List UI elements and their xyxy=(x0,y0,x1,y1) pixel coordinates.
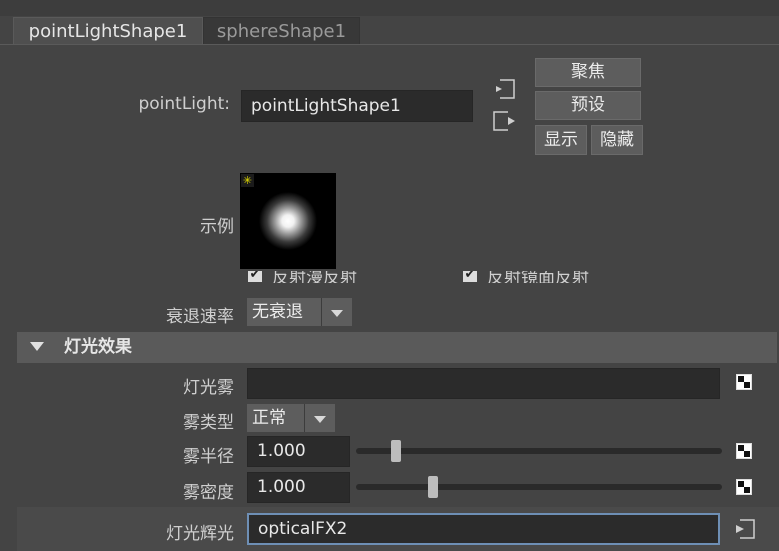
section-title: 灯光效果 xyxy=(64,337,132,357)
chevron-down-icon xyxy=(304,404,335,432)
output-connection-icon[interactable] xyxy=(733,518,757,540)
output-connection-icon[interactable] xyxy=(492,110,518,132)
fog-radius-slider-track[interactable] xyxy=(356,448,722,454)
fog-radius-field[interactable]: 1.000 xyxy=(247,436,350,467)
map-button-icon[interactable] xyxy=(736,374,752,390)
light-glow-label: 灯光辉光 xyxy=(166,524,234,544)
specular-checkbox[interactable]: ✔ xyxy=(463,271,477,282)
fog-density-slider-handle[interactable] xyxy=(427,476,438,498)
node-type-label: pointLight: xyxy=(138,94,230,114)
top-strip xyxy=(0,0,779,16)
hide-button[interactable]: 隐藏 xyxy=(591,125,643,155)
collapse-triangle-icon[interactable] xyxy=(30,342,44,351)
map-button-icon[interactable] xyxy=(736,479,752,495)
fog-type-dropdown[interactable]: 正常 xyxy=(247,404,335,432)
tab-sphereshape1[interactable]: sphereShape1 xyxy=(203,17,360,46)
fog-density-slider-track[interactable] xyxy=(356,484,722,490)
decay-rate-value: 无衰退 xyxy=(252,302,303,322)
node-name-field[interactable]: pointLightShape1 xyxy=(241,90,473,122)
light-fog-label: 灯光雾 xyxy=(183,378,234,398)
fog-radius-slider-handle[interactable] xyxy=(391,440,402,462)
light-sparkle-icon: ✳ xyxy=(241,174,254,187)
decay-rate-label: 衰退速率 xyxy=(166,307,234,327)
light-sample-swatch xyxy=(240,173,336,269)
fog-density-label: 雾密度 xyxy=(183,483,234,503)
diffuse-checkbox[interactable]: ✔ xyxy=(248,271,262,282)
specular-label: 反射镜面反射 xyxy=(487,271,589,283)
fog-density-field[interactable]: 1.000 xyxy=(247,472,350,503)
map-button-icon[interactable] xyxy=(736,443,752,459)
light-fog-field[interactable] xyxy=(247,368,720,399)
reflect-row: ✔ 反射漫反射 ✔ 反射镜面反射 xyxy=(0,271,779,283)
input-connection-icon[interactable] xyxy=(492,78,518,100)
tab-pointlightshape1[interactable]: pointLightShape1 xyxy=(13,17,203,45)
light-effects-section-header[interactable]: 灯光效果 xyxy=(17,332,777,363)
diffuse-label: 反射漫反射 xyxy=(272,271,357,283)
presets-button[interactable]: 预设 xyxy=(535,91,641,120)
decay-rate-dropdown[interactable]: 无衰退 xyxy=(247,298,352,326)
light-glow-field[interactable]: opticalFX2 xyxy=(247,513,720,545)
fog-type-label: 雾类型 xyxy=(183,413,234,433)
chevron-down-icon xyxy=(321,298,352,326)
fog-type-value: 正常 xyxy=(252,408,286,428)
show-button[interactable]: 显示 xyxy=(535,125,587,155)
fog-radius-label: 雾半径 xyxy=(183,447,234,467)
sample-label: 示例 xyxy=(200,217,234,237)
focus-button[interactable]: 聚焦 xyxy=(535,58,641,87)
